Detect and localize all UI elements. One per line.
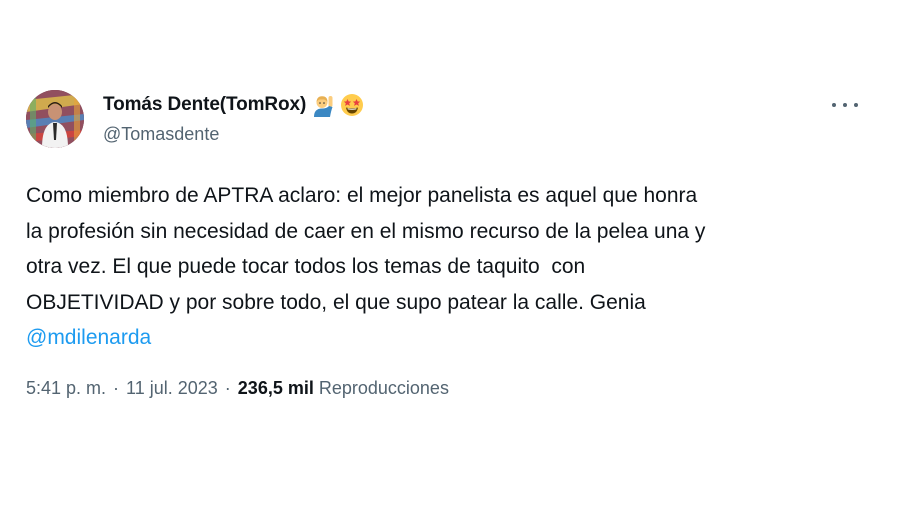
- author-handle[interactable]: @Tomasdente: [103, 124, 219, 145]
- meta-separator: ·: [224, 378, 231, 398]
- meta-separator: ·: [113, 378, 120, 398]
- dot: [843, 103, 847, 107]
- tweet-text-line: Como miembro de APTRA aclaro: el mejor p…: [26, 184, 698, 207]
- tweet-text-line: OBJETIVIDAD y por sobre todo, el que sup…: [26, 290, 646, 314]
- tweet-text-line: la profesión sin necesidad de caer en el…: [26, 219, 706, 243]
- tweet-card: Tomás Dente(TomRox) @Tomasdente Como mie…: [0, 0, 900, 505]
- dot: [854, 103, 858, 107]
- star-struck-emoji-icon: [340, 93, 364, 117]
- author-display-name[interactable]: Tomás Dente(TomRox): [103, 94, 306, 116]
- views-count: 236,5 mil: [237, 378, 314, 398]
- dot: [832, 103, 836, 107]
- author-name-row: Tomás Dente(TomRox): [103, 92, 364, 118]
- tweet-text: Como miembro de APTRA aclaro: el mejor p…: [26, 178, 886, 356]
- tweet-date[interactable]: 11 jul. 2023: [126, 378, 218, 399]
- views-label: Reproducciones: [318, 378, 449, 398]
- person-raising-hand-emoji-icon: [312, 93, 336, 117]
- tweet-time[interactable]: 5:41 p. m.: [26, 378, 106, 399]
- avatar-image: [26, 90, 84, 148]
- tweet-text-line: otra vez. El que puede tocar todos los t…: [26, 255, 586, 278]
- more-dots-icon[interactable]: [832, 94, 858, 116]
- avatar[interactable]: [26, 90, 84, 148]
- mention-link[interactable]: @mdilenarda: [26, 326, 151, 349]
- tweet-meta: 5:41 p. m. · 11 jul. 2023 · 236,5 mil Re…: [26, 378, 449, 399]
